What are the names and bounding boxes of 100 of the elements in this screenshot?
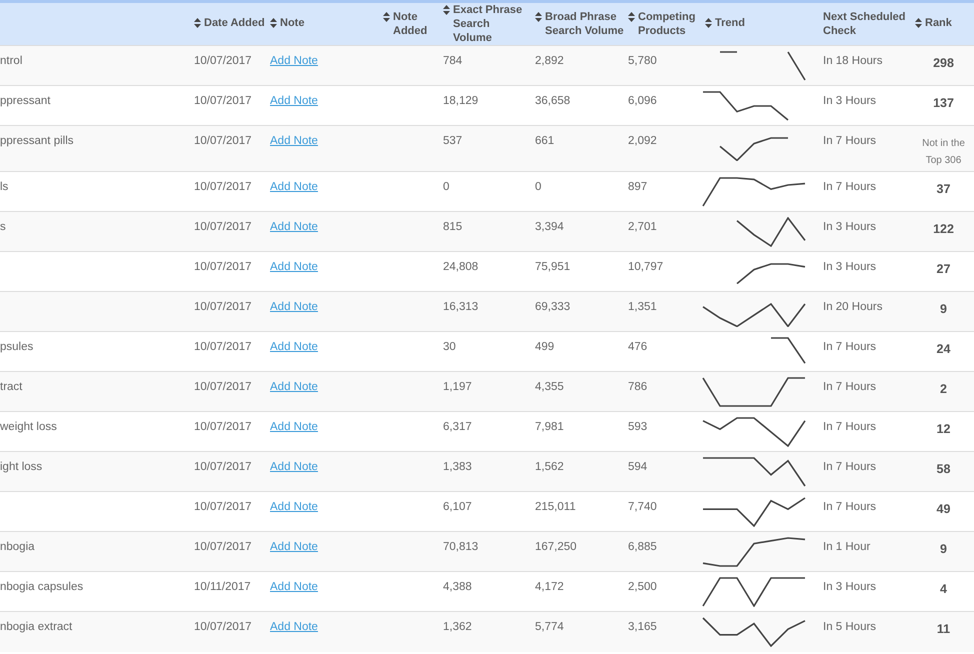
keyword-text: nbogia capsules [0, 581, 84, 593]
exact-volume-text: 815 [443, 221, 462, 233]
broad-volume-text: 4,355 [535, 381, 564, 393]
rank-text: 49 [936, 501, 950, 516]
next-check-text: In 18 Hours [823, 55, 882, 67]
add-note-link[interactable]: Add Note [270, 135, 318, 147]
broad-volume-text: 2,892 [535, 55, 564, 67]
date-text: 10/07/2017 [194, 501, 252, 513]
add-note-link[interactable]: Add Note [270, 501, 318, 513]
exact-volume-text: 537 [443, 135, 462, 147]
date-text: 10/07/2017 [194, 621, 252, 633]
broad-volume-text: 75,951 [535, 261, 570, 273]
competing-products-text: 6,885 [628, 541, 657, 553]
rank-text: 58 [936, 461, 950, 476]
add-note-link[interactable]: Add Note [270, 301, 318, 313]
competing-products-text: 594 [628, 461, 648, 473]
next-check-text: In 7 Hours [823, 341, 876, 353]
rank-text: 9 [940, 301, 947, 316]
rank-text: Not in the Top 306 [921, 137, 966, 168]
add-note-link[interactable]: Add Note [270, 381, 318, 393]
add-note-link[interactable]: Add Note [270, 55, 318, 67]
keyword-text: nbogia extract [0, 621, 72, 633]
broad-volume-text: 3,394 [535, 221, 564, 233]
add-note-link[interactable]: Add Note [270, 261, 318, 273]
date-text: 10/07/2017 [194, 301, 252, 313]
exact-volume-text: 1,197 [443, 381, 472, 393]
rank-text: 11 [936, 621, 950, 636]
add-note-link[interactable]: Add Note [270, 95, 318, 107]
date-text: 10/07/2017 [194, 261, 252, 273]
exact-volume-text: 1,383 [443, 461, 472, 473]
keyword-text: ppressant [0, 95, 51, 107]
sort-icon [270, 18, 277, 28]
sort-icon [194, 18, 201, 28]
broad-volume-text: 167,250 [535, 541, 577, 553]
rank-text: 137 [933, 95, 954, 110]
column-header[interactable]: Next Scheduled Check [823, 10, 911, 38]
keyword-text: ls [0, 181, 8, 193]
column-header[interactable]: Note Added [383, 10, 439, 38]
competing-products-text: 786 [628, 381, 648, 393]
column-header[interactable]: Trend [705, 16, 745, 30]
sort-icon [628, 12, 635, 22]
competing-products-text: 2,500 [628, 581, 657, 593]
date-text: 10/07/2017 [194, 341, 252, 353]
sort-icon [535, 12, 542, 22]
next-check-text: In 3 Hours [823, 581, 876, 593]
add-note-link[interactable]: Add Note [270, 541, 318, 553]
next-check-text: In 3 Hours [823, 261, 876, 273]
date-text: 10/07/2017 [194, 221, 252, 233]
keyword-text: ight loss [0, 461, 42, 473]
broad-volume-text: 4,172 [535, 581, 564, 593]
sort-icon [705, 18, 712, 28]
add-note-link[interactable]: Add Note [270, 341, 318, 353]
next-check-text: In 5 Hours [823, 621, 876, 633]
add-note-link[interactable]: Add Note [270, 421, 318, 433]
sort-icon [443, 5, 450, 15]
next-check-text: In 3 Hours [823, 221, 876, 233]
column-header[interactable]: Rank [915, 16, 952, 30]
column-header[interactable]: Broad Phrase Search Volume [535, 10, 624, 38]
next-check-text: In 7 Hours [823, 381, 876, 393]
exact-volume-text: 24,808 [443, 261, 478, 273]
column-header[interactable]: Competing Products [628, 10, 701, 38]
broad-volume-text: 499 [535, 341, 554, 353]
column-header[interactable]: Date Added [194, 16, 265, 30]
keyword-text: ppressant pills [0, 135, 74, 147]
competing-products-text: 2,701 [628, 221, 657, 233]
competing-products-text: 5,780 [628, 55, 657, 67]
next-check-text: In 7 Hours [823, 501, 876, 513]
exact-volume-text: 18,129 [443, 95, 478, 107]
keyword-text: psules [0, 341, 34, 353]
trend-sparkline [736, 262, 806, 284]
add-note-link[interactable]: Add Note [270, 621, 318, 633]
add-note-link[interactable]: Add Note [270, 581, 318, 593]
trend-sparkline [719, 136, 789, 161]
add-note-link[interactable]: Add Note [270, 221, 318, 233]
broad-volume-text: 0 [535, 181, 542, 193]
date-text: 10/07/2017 [194, 421, 252, 433]
add-note-link[interactable]: Add Note [270, 181, 318, 193]
next-check-text: In 7 Hours [823, 461, 876, 473]
add-note-link[interactable]: Add Note [270, 461, 318, 473]
rank-text: 24 [936, 341, 950, 356]
trend-sparkline [736, 217, 806, 247]
rank-text: 12 [936, 421, 950, 436]
competing-products-text: 2,092 [628, 135, 657, 147]
broad-volume-text: 36,658 [535, 95, 570, 107]
trend-sparkline [770, 337, 806, 364]
column-header[interactable]: Note [270, 16, 304, 30]
broad-volume-text: 215,011 [535, 501, 576, 513]
competing-products-text: 10,797 [628, 261, 664, 273]
broad-volume-text: 69,333 [535, 301, 570, 313]
keyword-text: weight loss [0, 421, 57, 433]
date-text: 10/07/2017 [194, 135, 252, 147]
column-header[interactable]: Exact Phrase Search Volume [443, 3, 531, 45]
rank-text: 9 [940, 541, 947, 556]
exact-volume-text: 6,317 [443, 421, 472, 433]
date-text: 10/07/2017 [194, 181, 252, 193]
exact-volume-text: 70,813 [443, 541, 478, 553]
next-check-text: In 3 Hours [823, 95, 876, 107]
rank-text: 298 [933, 55, 954, 70]
date-text: 10/11/2017 [194, 581, 251, 593]
competing-products-text: 6,096 [628, 95, 657, 107]
